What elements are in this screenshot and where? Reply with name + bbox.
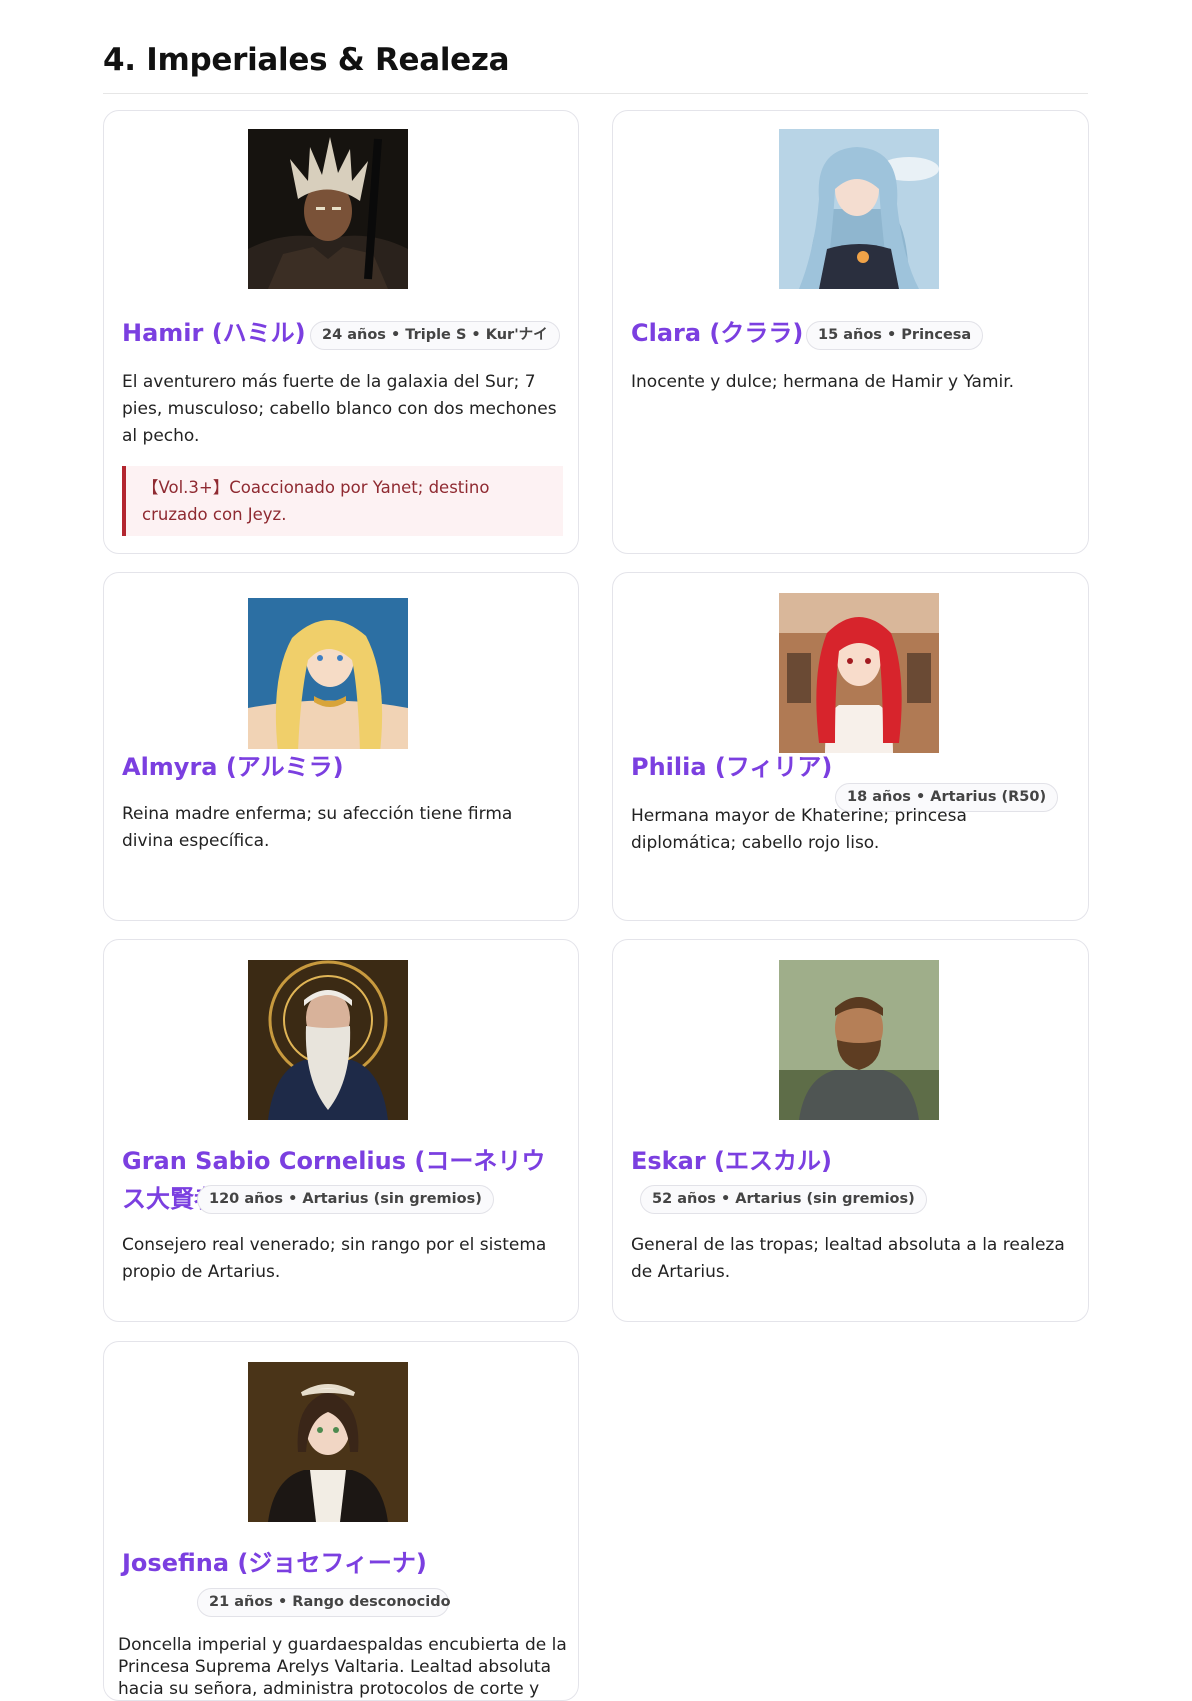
character-card-philia: Philia (フィリア) 18 años • Artarius (R50) H…: [612, 572, 1089, 921]
character-name: Hamir (ハミル): [122, 319, 306, 347]
character-description: Reina madre enferma; su afección tiene f…: [122, 804, 513, 851]
character-card-almyra: Almyra (アルミラ) Reina madre enferma; su af…: [103, 572, 579, 921]
character-description: General de las tropas; lealtad absoluta …: [631, 1235, 1065, 1282]
old-sage-portrait: [248, 960, 408, 1120]
character-badge: 120 años • Artarius (sin gremios): [197, 1185, 494, 1214]
title-divider: [103, 93, 1088, 94]
character-name: Eskar (エスカル): [631, 1147, 832, 1175]
section-title: 4. Imperiales & Realeza: [103, 42, 510, 78]
character-description: Consejero real venerado; sin rango por e…: [122, 1235, 547, 1282]
character-card-josefina: Josefina (ジョセフィーナ) 21 años • Rango desco…: [103, 1341, 579, 1701]
character-name: Almyra (アルミラ): [122, 753, 344, 781]
character-description: Doncella imperial y guardaespaldas encub…: [118, 1635, 567, 1699]
character-card-eskar: Eskar (エスカル) 52 años • Artarius (sin gre…: [612, 939, 1089, 1322]
red-haired-princess-portrait: [779, 593, 939, 753]
character-description: El aventurero más fuerte de la galaxia d…: [122, 372, 557, 446]
character-description: Inocente y dulce; hermana de Hamir y Yam…: [631, 372, 1015, 392]
maid-portrait: [248, 1362, 408, 1522]
character-badge: 21 años • Rango desconocido: [197, 1588, 451, 1617]
character-name: Philia (フィリア): [631, 753, 833, 781]
blue-haired-girl-portrait: [779, 129, 939, 289]
character-name: Josefina (ジョセフィーナ): [122, 1549, 427, 1577]
character-badge: 15 años • Princesa: [806, 321, 984, 350]
character-card-clara: Clara (クララ) 15 años • Princesa Inocente …: [612, 110, 1089, 554]
character-name: Clara (クララ): [631, 319, 804, 347]
character-badge: 52 años • Artarius (sin gremios): [640, 1185, 927, 1214]
volume-note: 【Vol.3+】Coaccionado por Yanet; destino c…: [122, 466, 563, 536]
character-description: Hermana mayor de Khaterine; princesa dip…: [631, 806, 967, 853]
character-card-hamir: Hamir (ハミル) 24 años • Triple S • Kur'ナイ …: [103, 110, 579, 554]
bearded-general-portrait: [779, 960, 939, 1120]
blonde-queen-portrait: [248, 595, 408, 749]
character-badge: 24 años • Triple S • Kur'ナイ: [310, 321, 560, 350]
character-card-cornelius: Gran Sabio Cornelius (コーネリウス大賢者) 120 año…: [103, 939, 579, 1322]
dark-armored-warrior-portrait: [248, 129, 408, 289]
